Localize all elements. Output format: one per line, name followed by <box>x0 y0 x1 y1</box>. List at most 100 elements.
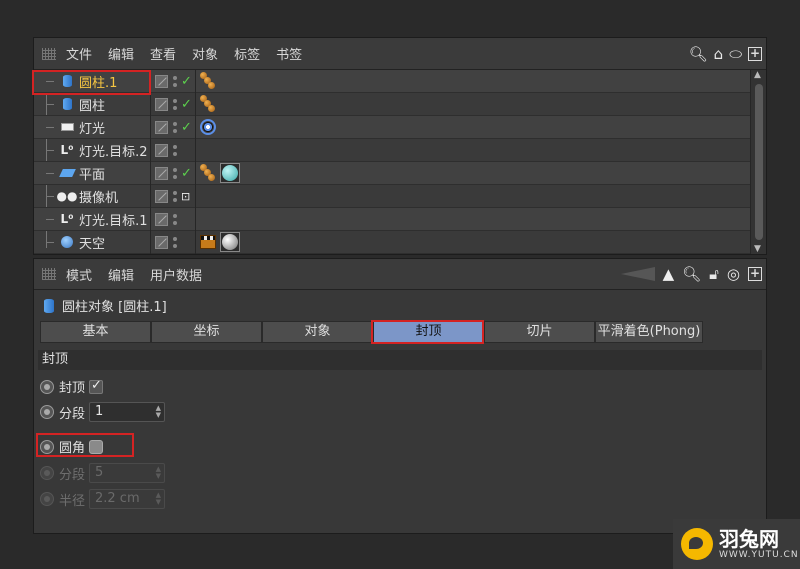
phong-tag-icon[interactable] <box>200 164 216 182</box>
tab-coordinates[interactable]: 坐标 <box>151 321 262 343</box>
clapper-tag-icon[interactable] <box>200 235 216 249</box>
new-panel-icon[interactable]: + <box>748 267 762 281</box>
caps-checkbox[interactable] <box>89 378 103 394</box>
spin-arrows-icon[interactable]: ▲ ▼ <box>156 405 161 419</box>
eye-icon[interactable]: ⬭ <box>729 46 742 62</box>
camera-target-icon[interactable]: ⊡ <box>181 190 190 203</box>
panel-grip-icon[interactable] <box>42 47 56 60</box>
layer-icon[interactable] <box>155 120 168 134</box>
tag-row <box>196 93 750 116</box>
visibility-dots-icon[interactable] <box>173 213 178 226</box>
visibility-dots-icon[interactable] <box>173 121 178 134</box>
visibility-dots-icon[interactable] <box>173 144 178 157</box>
material-tag-icon[interactable] <box>220 163 240 183</box>
object-row[interactable]: 灯光 <box>34 116 150 139</box>
camera-icon: ●● <box>56 189 78 203</box>
enabled-check-icon[interactable]: ✓ <box>181 120 192 135</box>
animate-radio[interactable] <box>40 379 54 394</box>
menu-edit[interactable]: 编辑 <box>108 44 134 63</box>
enabled-check-icon[interactable]: ✓ <box>181 97 192 112</box>
tab-phong[interactable]: 平滑着色(Phong) <box>595 321 703 343</box>
visibility-dots-icon[interactable] <box>173 167 178 180</box>
menu-mode[interactable]: 模式 <box>66 265 92 284</box>
object-names-column: 圆柱.1 圆柱 灯光 L⁰ 灯光.目标.2 平面 ●● 摄像机 L⁰ 灯光.目标… <box>34 70 151 254</box>
attribute-manager-panel: 模式 编辑 用户数据 ▲ 🔍︎ 🔓︎ ◎ + 圆柱对象 [圆柱.1] 基本 坐标… <box>33 258 767 534</box>
object-name[interactable]: 平面 <box>79 164 105 183</box>
segments-field[interactable]: 1 ▲ ▼ <box>89 402 165 422</box>
object-row[interactable]: L⁰ 灯光.目标.2 <box>34 139 150 162</box>
scroll-thumb[interactable] <box>755 84 763 240</box>
fillet-checkbox[interactable] <box>89 439 103 454</box>
layer-icon[interactable] <box>155 212 168 226</box>
spin-arrows-icon: ▲ ▼ <box>155 465 161 480</box>
search-icon[interactable]: 🔍︎ <box>689 46 708 62</box>
object-row[interactable]: 圆柱 <box>34 93 150 116</box>
phong-tag-icon[interactable] <box>200 95 216 113</box>
animate-radio[interactable] <box>40 439 54 454</box>
flag-row: ✓ <box>151 162 195 185</box>
layer-icon[interactable] <box>155 97 168 111</box>
layer-icon[interactable] <box>155 143 168 157</box>
object-row[interactable]: L⁰ 灯光.目标.1 <box>34 208 150 231</box>
visibility-dots-icon[interactable] <box>173 75 178 88</box>
enabled-check-icon[interactable]: ✓ <box>181 166 192 181</box>
tab-basic[interactable]: 基本 <box>40 321 151 343</box>
animate-radio <box>40 466 54 480</box>
object-name[interactable]: 天空 <box>79 233 105 252</box>
menu-objects[interactable]: 对象 <box>192 44 218 63</box>
object-name[interactable]: 灯光.目标.1 <box>79 210 148 229</box>
scroll-up-icon[interactable]: ▲ <box>754 70 761 80</box>
tag-row <box>196 70 750 93</box>
light-icon <box>60 120 74 134</box>
phong-tag-icon[interactable] <box>200 72 216 90</box>
cylinder-icon <box>60 74 74 88</box>
object-flags-column: ✓ ✓ ✓ ✓ ⊡ <box>151 70 196 254</box>
enabled-check-icon[interactable]: ✓ <box>181 74 192 89</box>
panel-grip-icon[interactable] <box>42 268 56 280</box>
menu-user-data[interactable]: 用户数据 <box>150 265 202 284</box>
fillet-segments-value: 5 <box>95 465 104 480</box>
tab-object[interactable]: 对象 <box>262 321 373 343</box>
layer-icon[interactable] <box>155 166 168 180</box>
object-row[interactable]: 天空 <box>34 231 150 254</box>
tag-row <box>196 162 750 185</box>
object-name[interactable]: 摄像机 <box>79 187 118 206</box>
menu-bookmarks[interactable]: 书签 <box>276 44 302 63</box>
layer-icon[interactable] <box>155 189 168 203</box>
animate-radio[interactable] <box>40 405 54 419</box>
object-name[interactable]: 灯光 <box>79 118 105 137</box>
material-tag-icon[interactable] <box>220 232 240 252</box>
target-icon[interactable]: ◎ <box>727 266 740 282</box>
target-tag-icon[interactable] <box>200 119 216 135</box>
flag-row: ✓ <box>151 70 195 93</box>
tab-caps[interactable]: 封顶 <box>373 321 484 343</box>
back-arrow-icon[interactable] <box>620 267 655 281</box>
visibility-dots-icon[interactable] <box>173 190 178 203</box>
lock-icon[interactable]: 🔓︎ <box>709 266 719 282</box>
object-row[interactable]: 圆柱.1 <box>34 70 150 93</box>
object-row[interactable]: ●● 摄像机 <box>34 185 150 208</box>
object-name[interactable]: 灯光.目标.2 <box>79 141 148 160</box>
layer-icon[interactable] <box>155 235 168 249</box>
search-icon[interactable]: 🔍︎ <box>682 266 701 282</box>
visibility-dots-icon[interactable] <box>173 236 178 249</box>
layer-icon[interactable] <box>155 74 168 88</box>
menu-file[interactable]: 文件 <box>66 44 92 63</box>
visibility-dots-icon[interactable] <box>173 98 178 111</box>
menu-tags[interactable]: 标签 <box>234 44 260 63</box>
object-row[interactable]: 平面 <box>34 162 150 185</box>
tab-slice[interactable]: 切片 <box>484 321 595 343</box>
cylinder-icon <box>60 97 74 111</box>
object-list-scrollbar[interactable]: ▲ ▼ <box>750 70 766 254</box>
watermark: 羽兔网 WWW.YUTU.CN <box>673 519 800 569</box>
new-panel-icon[interactable]: + <box>748 46 762 61</box>
up-arrow-icon[interactable]: ▲ <box>663 265 675 283</box>
object-name[interactable]: 圆柱.1 <box>79 72 117 91</box>
menu-edit[interactable]: 编辑 <box>108 265 134 284</box>
menu-view[interactable]: 查看 <box>150 44 176 63</box>
null-target-icon: L⁰ <box>60 143 74 157</box>
object-name[interactable]: 圆柱 <box>79 95 105 114</box>
scroll-down-icon[interactable]: ▼ <box>754 244 761 254</box>
home-icon[interactable]: ⌂ <box>714 46 724 62</box>
flag-row: ⊡ <box>151 185 195 208</box>
